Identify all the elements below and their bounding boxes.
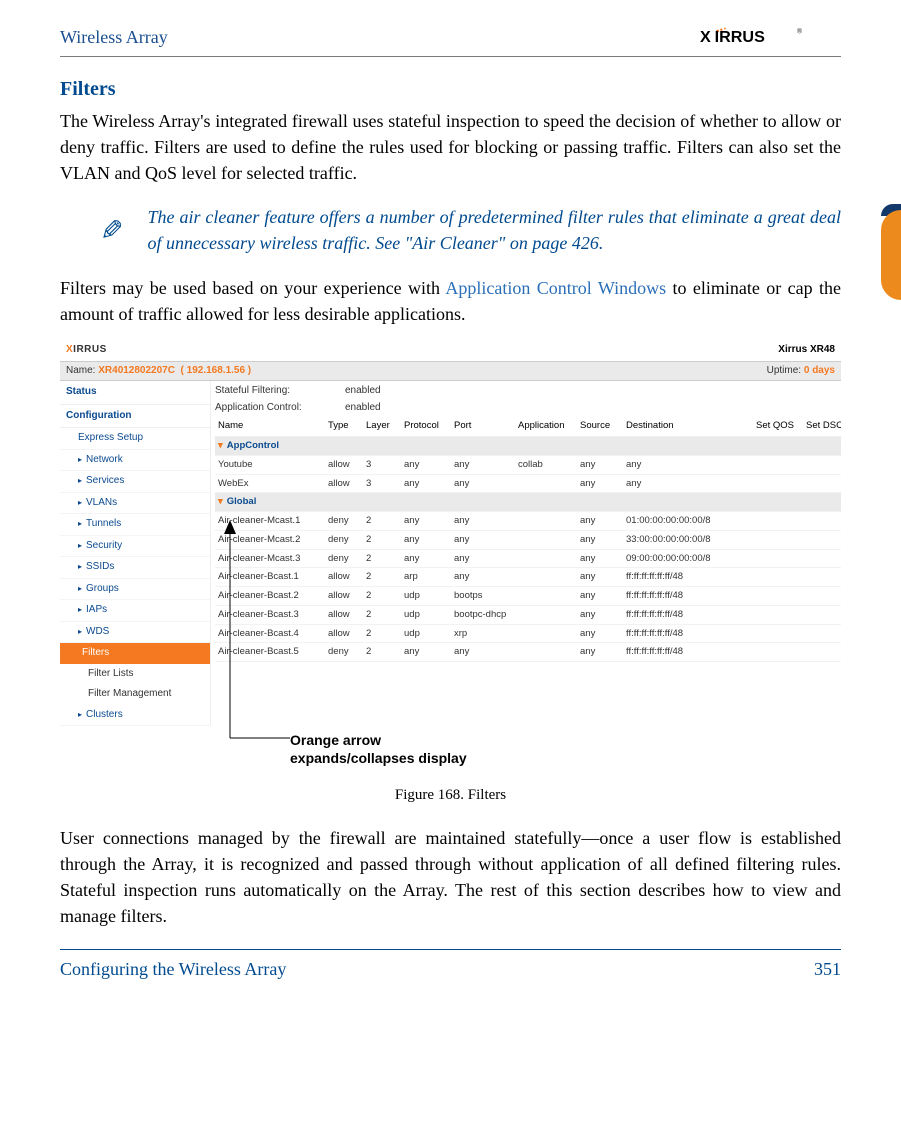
sidebar-item-ssids[interactable]: SSIDs	[60, 557, 210, 579]
table-row[interactable]: Air-cleaner-Bcast.1allow2arpanyanyff:ff:…	[215, 568, 841, 587]
ss-uptime-label: Uptime:	[767, 365, 801, 376]
sidebar-item-groups[interactable]: Groups	[60, 579, 210, 601]
ss-name-value: XR4012802207C	[98, 365, 175, 376]
sidebar-item-security[interactable]: Security	[60, 536, 210, 558]
footer-title: Configuring the Wireless Array	[60, 956, 286, 982]
table-row[interactable]: Air-cleaner-Mcast.1deny2anyanyany01:00:0…	[215, 512, 841, 531]
appcontrol-label: Application Control:	[215, 401, 325, 416]
table-row[interactable]: WebExallow3 anyany anyanyV	[215, 474, 841, 493]
ss-main: Stateful Filtering: enabled Application C…	[211, 381, 841, 726]
sidebar-filters-selected[interactable]: Filters	[60, 643, 210, 664]
figure-caption: Figure 168. Filters	[60, 785, 841, 807]
sidebar-item-vlans[interactable]: VLANs	[60, 493, 210, 515]
callout-line2: expands/collapses display	[290, 750, 467, 766]
table-row[interactable]: Air-cleaner-Bcast.2allow2udpbootpsanyff:…	[215, 587, 841, 606]
header-title: Wireless Array	[60, 24, 168, 50]
sidebar-item-tunnels[interactable]: Tunnels	[60, 514, 210, 536]
paragraph-2: Filters may be used based on your experi…	[60, 275, 841, 327]
embedded-screenshot: XIRRUS Xirrus XR48 Name: XR4012802207C (…	[60, 339, 841, 727]
ss-model: Xirrus XR48	[778, 343, 835, 358]
ss-sidebar: Status Configuration Express Setup Netwo…	[60, 381, 211, 726]
group-global[interactable]: ▾Global	[215, 493, 841, 512]
note-block: ✎ The air cleaner feature offers a numbe…	[100, 204, 841, 256]
table-row[interactable]: Air-cleaner-Mcast.2deny2anyanyany33:00:0…	[215, 530, 841, 549]
callout-text: Orange arrow expands/collapses display	[290, 732, 841, 767]
section-heading: Filters	[60, 75, 841, 104]
paragraph-3: User connections managed by the firewall…	[60, 825, 841, 929]
sidebar-item-iaps[interactable]: IAPs	[60, 600, 210, 622]
sidebar-item-clusters[interactable]: Clusters	[60, 705, 210, 727]
table-row[interactable]: Air-cleaner-Bcast.3allow2udpbootpc-dhcpa…	[215, 605, 841, 624]
note-text: The air cleaner feature offers a number …	[147, 204, 841, 256]
application-control-link[interactable]: Application Control Windows	[445, 278, 666, 298]
sidebar-item-services[interactable]: Services	[60, 471, 210, 493]
sidebar-filter-mgmt[interactable]: Filter Management	[60, 684, 210, 705]
paragraph-1: The Wireless Array's integrated firewall…	[60, 108, 841, 186]
svg-text:IRRUS: IRRUS	[715, 28, 765, 46]
callout-line1: Orange arrow	[290, 732, 381, 748]
sidebar-item-network[interactable]: Network	[60, 450, 210, 472]
header-rule	[60, 56, 841, 57]
sidebar-status[interactable]: Status	[60, 381, 210, 405]
sidebar-configuration[interactable]: Configuration	[60, 405, 210, 429]
vendor-logo: X IRRUS ®	[691, 26, 841, 48]
table-header-row: NameTypeLayer ProtocolPortApplication So…	[215, 416, 841, 436]
table-row[interactable]: Youtubeallow3 anyanycollab anyany	[215, 455, 841, 474]
ss-logo: XIRRUS	[66, 343, 107, 358]
sidebar-filter-lists[interactable]: Filter Lists	[60, 664, 210, 685]
page-number: 351	[814, 956, 841, 982]
filter-table: NameTypeLayer ProtocolPortApplication So…	[215, 416, 841, 662]
ss-ip: ( 192.168.1.56 )	[181, 365, 252, 376]
table-row[interactable]: Air-cleaner-Bcast.5deny2anyanyanyff:ff:f…	[215, 643, 841, 662]
ss-uptime-value: 0 days	[804, 365, 835, 376]
sidebar-item-express[interactable]: Express Setup	[60, 428, 210, 450]
appcontrol-value: enabled	[345, 401, 381, 416]
sidebar-item-wds[interactable]: WDS	[60, 622, 210, 644]
footer-rule	[60, 949, 841, 950]
chevron-down-icon: ▾	[218, 496, 223, 507]
stateful-label: Stateful Filtering:	[215, 384, 325, 399]
ss-name-label: Name:	[66, 365, 95, 376]
ss-info-bar: Name: XR4012802207C ( 192.168.1.56 ) Upt…	[60, 361, 841, 381]
group-appcontrol[interactable]: ▾AppControl	[215, 437, 841, 456]
table-row[interactable]: Air-cleaner-Bcast.4allow2udpxrpanyff:ff:…	[215, 624, 841, 643]
table-row[interactable]: Air-cleaner-Mcast.3deny2anyanyany09:00:0…	[215, 549, 841, 568]
svg-text:X: X	[700, 28, 711, 46]
svg-text:®: ®	[797, 26, 803, 35]
page-tab	[881, 210, 901, 300]
pencil-icon: ✎	[100, 212, 123, 253]
chevron-down-icon: ▾	[218, 440, 223, 451]
callout-arrow-icon	[220, 516, 300, 750]
stateful-value: enabled	[345, 384, 381, 399]
para2-a: Filters may be used based on your experi…	[60, 278, 445, 298]
